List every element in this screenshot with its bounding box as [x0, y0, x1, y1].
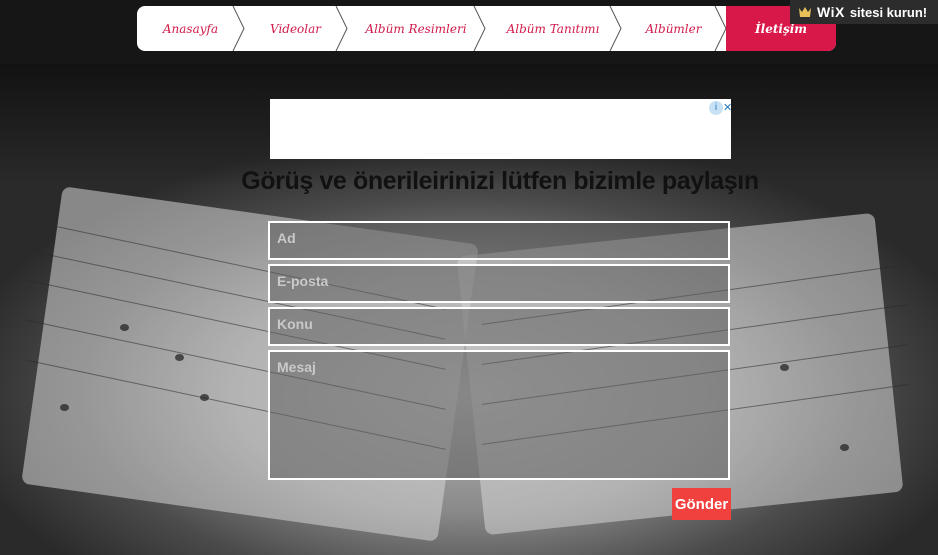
nav-item-album-tanitimi[interactable]: Albüm Tanıtımı: [485, 6, 622, 51]
message-placeholder: Mesaj: [277, 359, 316, 375]
email-field[interactable]: E-posta: [268, 264, 730, 303]
close-icon[interactable]: ✕: [723, 101, 732, 115]
nav-item-label: Videolar: [269, 21, 322, 36]
nav-item-label: Albüm Tanıtımı: [506, 21, 600, 36]
nav-item-label: Anasayfa: [162, 21, 219, 36]
wix-crown-icon: [799, 7, 811, 17]
page-title: Görüş ve önerileirinizi lütfen bizimle p…: [241, 167, 759, 195]
email-placeholder: E-posta: [277, 273, 329, 289]
name-placeholder: Ad: [277, 230, 296, 246]
wix-logo: WiX: [817, 4, 845, 20]
subject-field[interactable]: Konu: [268, 307, 730, 346]
nav-item-albumler[interactable]: Albümler: [621, 6, 727, 51]
wix-promo-banner[interactable]: WiX sitesi kurun!: [790, 0, 938, 24]
nav-item-album-resimleri[interactable]: Albüm Resimleri: [347, 6, 486, 51]
subject-placeholder: Konu: [277, 316, 313, 332]
message-textarea[interactable]: Mesaj: [268, 350, 730, 480]
ad-banner[interactable]: i ✕: [270, 99, 732, 159]
main-nav: Anasayfa Videolar Albüm Resimleri Albüm …: [137, 6, 836, 51]
name-field[interactable]: Ad: [268, 221, 730, 260]
nav-item-label: Albümler: [645, 21, 702, 36]
info-icon[interactable]: i: [709, 101, 723, 115]
nav-item-anasayfa[interactable]: Anasayfa: [137, 6, 245, 51]
send-button[interactable]: Gönder: [672, 488, 731, 520]
nav-item-label: Albüm Resimleri: [365, 21, 467, 36]
nav-item-videolar[interactable]: Videolar: [244, 6, 348, 51]
wix-banner-text: sitesi kurun!: [849, 4, 928, 20]
